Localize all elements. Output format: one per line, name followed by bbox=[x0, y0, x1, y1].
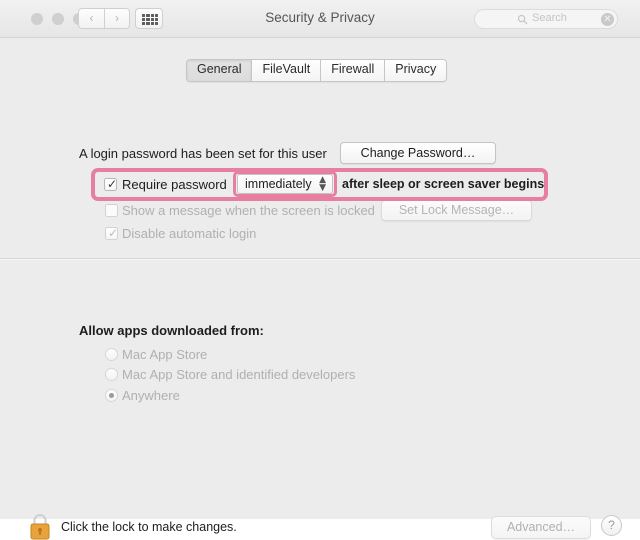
set-lock-message-button[interactable]: Set Lock Message… bbox=[381, 200, 532, 221]
disable-automatic-login-checkbox[interactable]: ✓ bbox=[105, 227, 118, 240]
show-lock-message-checkbox[interactable] bbox=[105, 204, 118, 217]
radio-mac-app-store-label: Mac App Store bbox=[122, 347, 207, 362]
search-placeholder: Search bbox=[532, 12, 567, 24]
radio-anywhere-label: Anywhere bbox=[122, 388, 180, 403]
tab-filevault[interactable]: FileVault bbox=[252, 60, 321, 81]
tab-general[interactable]: General bbox=[187, 60, 252, 81]
security-privacy-window: ‹ › Security & Privacy Search ✕ General … bbox=[0, 0, 640, 519]
allow-apps-title: Allow apps downloaded from: bbox=[79, 323, 264, 338]
radio-mac-app-store-and-identified-developers-label: Mac App Store and identified developers bbox=[122, 367, 355, 382]
advanced-button[interactable]: Advanced… bbox=[491, 516, 591, 539]
radio-mac-app-store-and-identified-developers[interactable] bbox=[105, 368, 118, 381]
search-icon bbox=[517, 14, 528, 25]
tab-firewall[interactable]: Firewall bbox=[321, 60, 385, 81]
tab-bar: General FileVault Firewall Privacy bbox=[186, 59, 447, 82]
section-divider bbox=[0, 258, 640, 259]
show-lock-message-label: Show a message when the screen is locked bbox=[122, 203, 375, 218]
radio-selected-dot bbox=[109, 393, 114, 398]
checkmark-icon: ✓ bbox=[108, 226, 118, 240]
lock-status-text: Click the lock to make changes. bbox=[61, 520, 237, 534]
login-password-text: A login password has been set for this u… bbox=[79, 146, 327, 161]
change-password-button[interactable]: Change Password… bbox=[340, 142, 496, 164]
highlight-delay-popup bbox=[233, 171, 337, 197]
disable-automatic-login-label: Disable automatic login bbox=[122, 226, 256, 241]
preferences-panel: General FileVault Firewall Privacy A log… bbox=[0, 38, 640, 519]
window-titlebar: ‹ › Security & Privacy Search ✕ bbox=[0, 0, 640, 38]
tab-privacy[interactable]: Privacy bbox=[385, 60, 446, 81]
help-button[interactable]: ? bbox=[601, 515, 622, 536]
radio-anywhere[interactable] bbox=[105, 389, 118, 402]
lock-closed-icon[interactable] bbox=[28, 512, 52, 540]
radio-mac-app-store[interactable] bbox=[105, 348, 118, 361]
clear-icon[interactable]: ✕ bbox=[601, 13, 614, 26]
search-field[interactable]: Search ✕ bbox=[474, 9, 618, 29]
